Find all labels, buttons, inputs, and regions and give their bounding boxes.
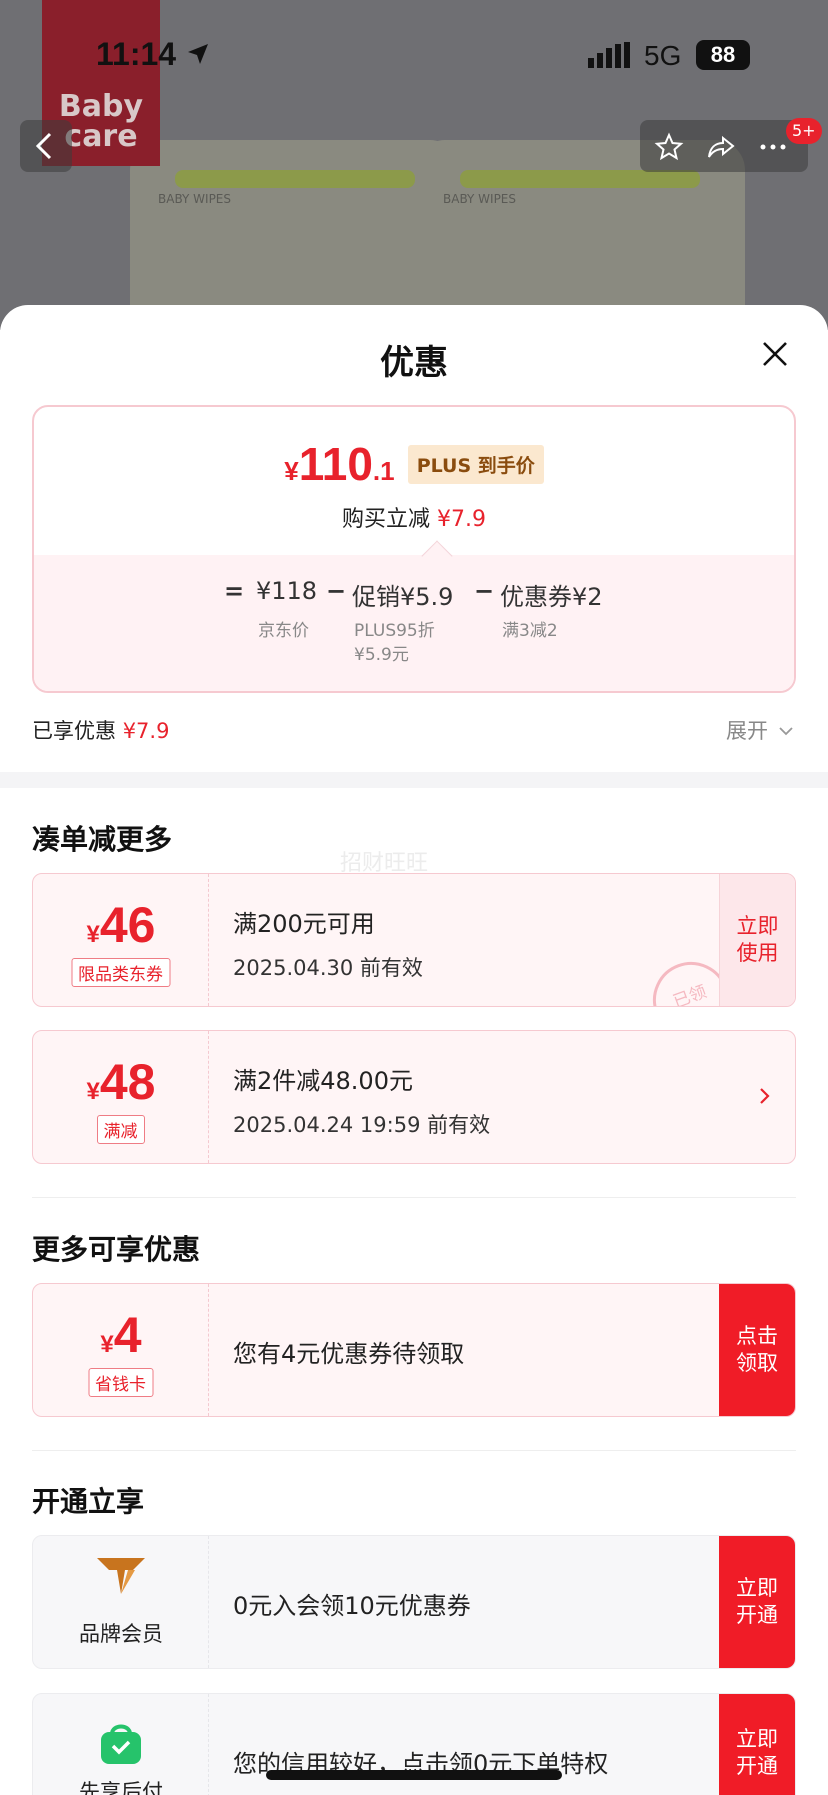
pay-later-label: 先享后付 bbox=[79, 1780, 163, 1795]
sheet-title: 优惠 bbox=[380, 343, 448, 383]
shopping-bag-icon bbox=[101, 1724, 141, 1764]
promo-discount: 促销¥5.9 bbox=[352, 583, 454, 611]
final-price: ¥110.1 bbox=[284, 438, 395, 490]
coupon-amount: ¥46 bbox=[86, 897, 156, 953]
status-time: 11:14 bbox=[96, 36, 177, 72]
chevron-left-icon bbox=[35, 132, 52, 160]
coupon-condition: 满2件减48.00元 bbox=[233, 1067, 413, 1095]
coupon-expiry: 2025.04.24 19:59 前有效 bbox=[233, 1113, 491, 1137]
price-breakdown-card: ¥110.1 PLUS 到手价 购买立减 ¥7.9 = ¥118 − 促销¥5.… bbox=[32, 405, 796, 693]
coupon-type-tag: 限品类东券 bbox=[71, 958, 170, 987]
discount-sheet: 优惠 ¥110.1 PLUS 到手价 购买立减 ¥7.9 = ¥118 − 促销… bbox=[0, 305, 828, 1795]
notification-badge: 5+ bbox=[786, 118, 822, 144]
top-action-bar bbox=[640, 120, 808, 172]
star-icon[interactable] bbox=[654, 132, 684, 162]
more-icon[interactable] bbox=[758, 132, 788, 162]
benefit-description: 您有4元优惠券待领取 bbox=[233, 1340, 465, 1368]
membership-label: 品牌会员 bbox=[79, 1622, 163, 1646]
coupon-card[interactable]: ¥46 限品类东券 满200元可用 2025.04.30 前有效 已领 立即使用 bbox=[32, 873, 796, 1007]
chevron-down-icon[interactable] bbox=[778, 723, 794, 739]
benefit-amount: ¥4 bbox=[100, 1307, 142, 1363]
promo-label: PLUS95折 ¥5.9元 bbox=[354, 621, 435, 665]
benefit-card[interactable]: ¥4 省钱卡 您有4元优惠券待领取 点击领取 bbox=[32, 1283, 796, 1417]
coupon-card[interactable]: ¥48 满减 满2件减48.00元 2025.04.24 19:59 前有效 bbox=[32, 1030, 796, 1164]
benefit-type-tag: 省钱卡 bbox=[88, 1368, 153, 1397]
formula-equals: = bbox=[224, 577, 245, 605]
section-title-more-benefits: 更多可享优惠 bbox=[32, 1233, 201, 1266]
activate-button[interactable]: 立即开通 bbox=[719, 1694, 795, 1795]
section-title-more-discount: 凑单减更多 bbox=[32, 823, 173, 856]
jd-price: ¥118 bbox=[256, 577, 318, 605]
coupon-label: 满3减2 bbox=[502, 621, 558, 641]
coupon-expiry: 2025.04.30 前有效 bbox=[233, 956, 423, 980]
formula-minus: − bbox=[326, 577, 347, 605]
activate-button[interactable]: 立即开通 bbox=[719, 1536, 795, 1668]
home-indicator bbox=[266, 1770, 562, 1780]
enjoyed-discount: 已享优惠 ¥7.9 bbox=[32, 719, 170, 743]
status-bar: 11:14 5G 88 bbox=[0, 0, 828, 110]
coupon-amount: ¥48 bbox=[86, 1054, 156, 1110]
product-pack-image: BABY WIPES bbox=[130, 140, 460, 330]
close-icon[interactable] bbox=[758, 337, 792, 371]
chevron-right-icon[interactable] bbox=[753, 1085, 775, 1107]
signal-icon bbox=[588, 42, 630, 68]
use-now-button[interactable]: 立即使用 bbox=[719, 874, 795, 1006]
location-arrow-icon bbox=[188, 44, 208, 64]
coupon-type-tag: 满减 bbox=[96, 1115, 145, 1144]
plus-price-tag: PLUS 到手价 bbox=[407, 444, 544, 484]
jd-price-label: 京东价 bbox=[258, 621, 309, 641]
expand-button[interactable]: 展开 bbox=[726, 715, 768, 745]
share-icon[interactable] bbox=[706, 132, 736, 162]
instant-reduce: 购买立减 ¥7.9 bbox=[342, 507, 486, 532]
battery-icon: 88 bbox=[696, 40, 750, 70]
membership-offer: 0元入会领10元优惠券 bbox=[233, 1592, 471, 1620]
back-button[interactable] bbox=[20, 120, 72, 172]
membership-card[interactable]: 品牌会员 0元入会领10元优惠券 立即开通 bbox=[32, 1535, 796, 1669]
section-title-open: 开通立享 bbox=[32, 1485, 145, 1518]
network-type: 5G bbox=[644, 40, 682, 71]
claim-button[interactable]: 点击领取 bbox=[719, 1284, 795, 1416]
formula-minus: − bbox=[474, 577, 495, 605]
coupon-discount: 优惠券¥2 bbox=[500, 583, 603, 611]
brand-member-logo-icon bbox=[97, 1558, 145, 1594]
coupon-condition: 满200元可用 bbox=[233, 910, 375, 938]
